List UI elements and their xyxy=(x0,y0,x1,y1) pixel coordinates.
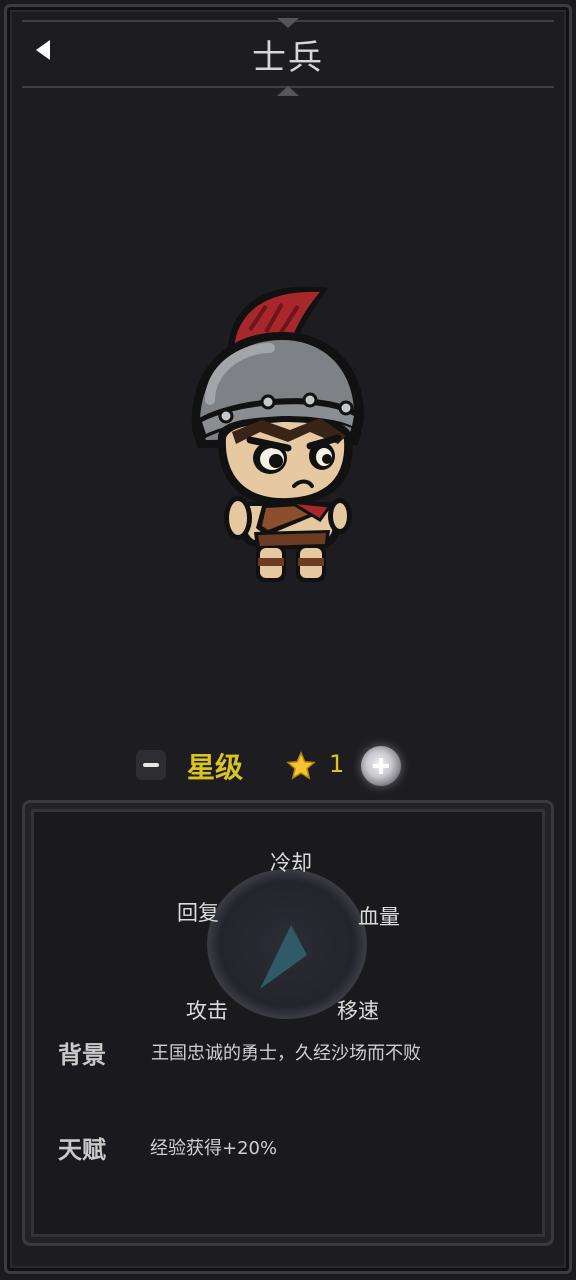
page-title: 士兵 xyxy=(252,38,324,78)
radar-label-cooldown: 冷却 xyxy=(270,851,312,875)
talent-value: 经验获得+20% xyxy=(150,1138,278,1159)
star-icon xyxy=(286,751,316,780)
minus-icon xyxy=(143,763,159,767)
decrease-star-button[interactable] xyxy=(136,750,166,780)
radar-label-health: 血量 xyxy=(358,905,400,929)
talent-key: 天赋 xyxy=(58,1136,106,1164)
radar-label-regen: 回复 xyxy=(177,901,219,925)
star-level-row: 星级 1 xyxy=(0,740,576,792)
background-value: 王国忠诚的勇士，久经沙场而不败 xyxy=(151,1043,421,1064)
background-key: 背景 xyxy=(58,1041,106,1069)
increase-star-button[interactable] xyxy=(361,746,401,786)
star-level-value: 1 xyxy=(329,750,345,778)
radar-label-speed: 移速 xyxy=(337,999,379,1023)
radar-label-attack: 攻击 xyxy=(186,999,228,1023)
header-top-ornament xyxy=(277,18,299,28)
soldier-character-image xyxy=(191,286,365,582)
star-level-label: 星级 xyxy=(187,751,244,784)
